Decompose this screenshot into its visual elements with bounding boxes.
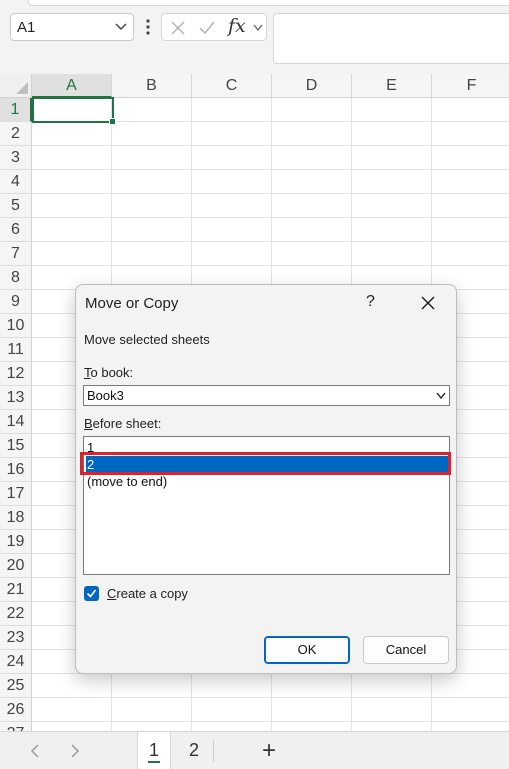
row-header-11[interactable]: 11 — [0, 338, 32, 362]
list-item[interactable]: 1 — [86, 439, 448, 456]
row-header-13[interactable]: 13 — [0, 386, 32, 410]
row-header-19[interactable]: 19 — [0, 530, 32, 554]
insert-function-icon[interactable]: fx — [228, 15, 246, 37]
column-header-e[interactable]: E — [352, 74, 432, 98]
row-header-26[interactable]: 26 — [0, 698, 32, 722]
row-header-14[interactable]: 14 — [0, 410, 32, 434]
row-header-6[interactable]: 6 — [0, 218, 32, 242]
move-or-copy-dialog: Move or Copy ? Move selected sheets To b… — [75, 284, 457, 674]
ribbon-edge — [28, 0, 509, 6]
checkmark-icon — [86, 589, 97, 598]
cancel-entry-icon[interactable] — [170, 20, 186, 36]
to-book-value: Book3 — [87, 388, 124, 403]
list-item[interactable]: (move to end) — [86, 473, 448, 490]
formula-bar-area: A1 fx — [0, 0, 509, 74]
column-header-c[interactable]: C — [192, 74, 272, 98]
name-box-value: A1 — [17, 19, 36, 36]
to-book-label: To book: — [84, 365, 134, 380]
column-header-a[interactable]: A — [32, 74, 112, 98]
dialog-title: Move or Copy — [85, 295, 179, 312]
help-button[interactable]: ? — [366, 293, 375, 311]
row-header-18[interactable]: 18 — [0, 506, 32, 530]
chevron-down-icon[interactable] — [115, 22, 127, 32]
fill-handle[interactable] — [109, 118, 116, 125]
before-sheet-label: Before sheet: — [84, 416, 162, 431]
chevron-down-icon[interactable] — [436, 392, 446, 400]
chevron-left-icon[interactable] — [30, 744, 40, 758]
close-icon[interactable] — [420, 295, 436, 311]
chevron-down-icon[interactable] — [253, 24, 263, 32]
formula-controls: fx — [161, 13, 267, 41]
list-item-selected[interactable]: 2 — [86, 456, 448, 473]
column-header-d[interactable]: D — [272, 74, 352, 98]
row-header-16[interactable]: 16 — [0, 458, 32, 482]
sheet-tab-2[interactable]: 2 — [178, 732, 210, 769]
column-header-b[interactable]: B — [112, 74, 192, 98]
ok-button[interactable]: OK — [264, 636, 350, 664]
row-header-1[interactable]: 1 — [0, 98, 32, 122]
row-header-5[interactable]: 5 — [0, 194, 32, 218]
row-header-9[interactable]: 9 — [0, 290, 32, 314]
tab-divider — [213, 740, 214, 762]
select-all-corner[interactable] — [0, 74, 32, 98]
add-sheet-button[interactable]: + — [262, 739, 276, 763]
row-header-12[interactable]: 12 — [0, 362, 32, 386]
row-header-8[interactable]: 8 — [0, 266, 32, 290]
row-header-2[interactable]: 2 — [0, 122, 32, 146]
row-header-7[interactable]: 7 — [0, 242, 32, 266]
name-box[interactable]: A1 — [10, 13, 134, 41]
chevron-right-icon[interactable] — [70, 744, 80, 758]
row-header-10[interactable]: 10 — [0, 314, 32, 338]
create-copy-label[interactable]: Create a copy — [107, 586, 188, 601]
cancel-button[interactable]: Cancel — [363, 636, 449, 664]
sheet-tab-1[interactable]: 1 — [137, 732, 171, 769]
to-book-select[interactable]: Book3 — [83, 385, 450, 406]
row-header-4[interactable]: 4 — [0, 170, 32, 194]
dialog-subtitle: Move selected sheets — [84, 332, 210, 347]
create-copy-checkbox[interactable] — [84, 586, 99, 601]
row-header-24[interactable]: 24 — [0, 650, 32, 674]
more-options-icon[interactable] — [146, 18, 150, 36]
column-header-f[interactable]: F — [432, 74, 509, 98]
row-header-25[interactable]: 25 — [0, 674, 32, 698]
selected-cell[interactable] — [32, 97, 116, 125]
before-sheet-list[interactable]: 1 2 (move to end) — [83, 436, 450, 575]
row-header-15[interactable]: 15 — [0, 434, 32, 458]
sheet-tab-bar: 1 2 + — [0, 731, 509, 769]
row-header-23[interactable]: 23 — [0, 626, 32, 650]
row-header-20[interactable]: 20 — [0, 554, 32, 578]
row-header-17[interactable]: 17 — [0, 482, 32, 506]
confirm-entry-icon[interactable] — [198, 20, 216, 36]
row-header-27[interactable]: 27 — [0, 722, 32, 731]
row-header-21[interactable]: 21 — [0, 578, 32, 602]
active-tab-indicator — [148, 761, 160, 763]
formula-input[interactable] — [273, 13, 509, 64]
row-header-22[interactable]: 22 — [0, 602, 32, 626]
row-header-3[interactable]: 3 — [0, 146, 32, 170]
